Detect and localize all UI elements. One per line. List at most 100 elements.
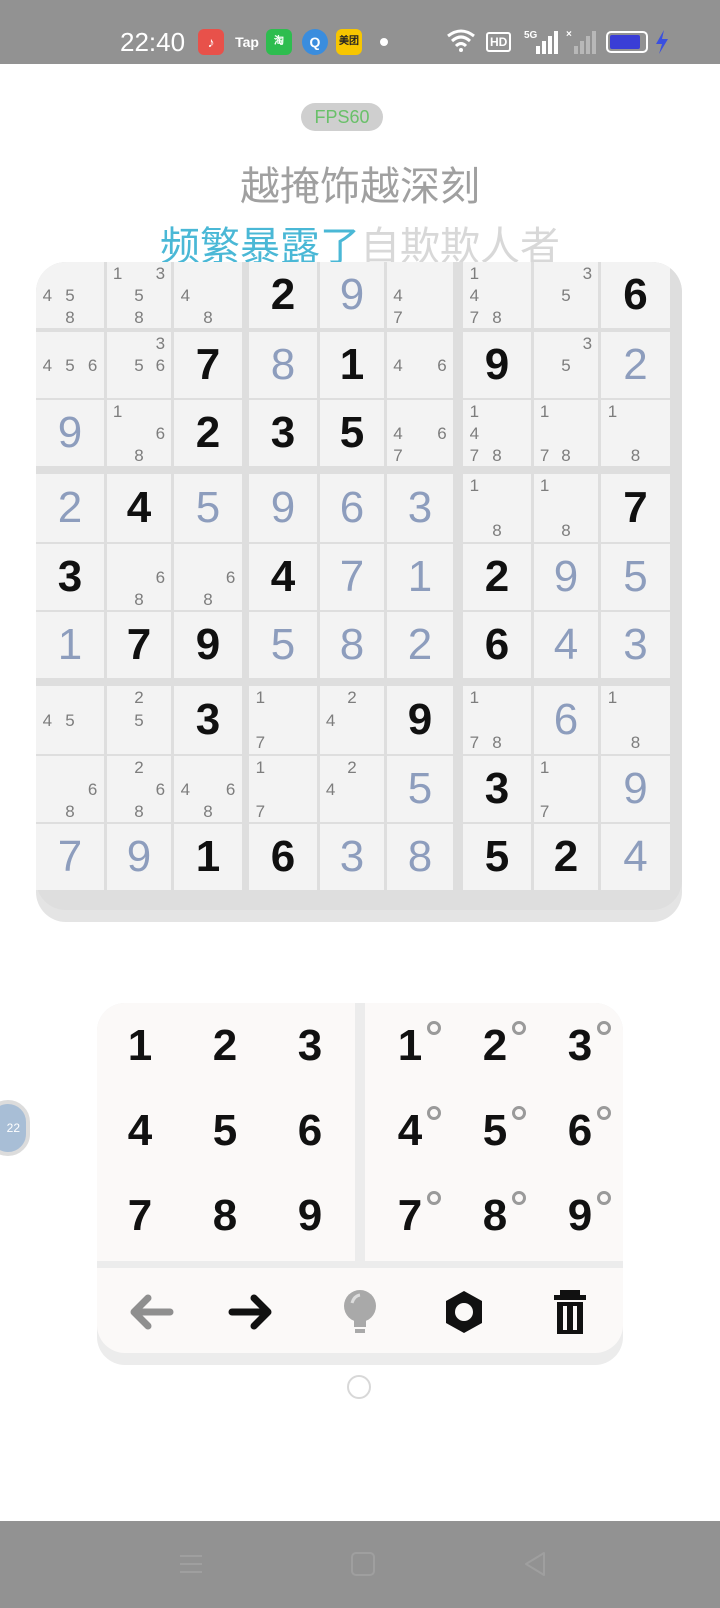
sudoku-cell[interactable]: 3 (36, 544, 104, 610)
sudoku-cell[interactable]: 7 (174, 332, 242, 398)
sudoku-cell[interactable]: 6 (320, 474, 384, 542)
sudoku-cell[interactable]: 9 (320, 262, 384, 328)
sudoku-cell[interactable]: 3 (463, 756, 531, 822)
sudoku-cell[interactable]: 1 (387, 544, 453, 610)
sudoku-cell[interactable]: 1 358 (107, 262, 171, 328)
sudoku-cell[interactable]: 18 (534, 474, 598, 542)
sudoku-cell[interactable]: 9 (36, 400, 104, 466)
sudoku-cell[interactable]: 1 78 (534, 400, 598, 466)
note-key-2[interactable]: 2 (452, 1003, 538, 1089)
digit-key-9[interactable]: 9 (267, 1173, 353, 1259)
sudoku-cell[interactable]: 4 (534, 612, 598, 678)
sudoku-cell[interactable]: 9 (387, 686, 453, 754)
sudoku-cell[interactable]: 9 (249, 474, 317, 542)
sudoku-cell[interactable]: 1 (174, 824, 242, 890)
sudoku-cell[interactable]: 18 (601, 400, 670, 466)
sudoku-cell[interactable]: 458 (36, 262, 104, 328)
sudoku-cell[interactable]: 1 (36, 612, 104, 678)
sudoku-cell[interactable]: 1 478 (463, 400, 531, 466)
sudoku-cell[interactable]: 1 (320, 332, 384, 398)
digit-key-3[interactable]: 3 (267, 1003, 353, 1089)
sudoku-cell[interactable]: 1 478 (463, 262, 531, 328)
sudoku-cell[interactable]: 4 (601, 824, 670, 890)
sudoku-cell[interactable]: 17 (249, 686, 317, 754)
sudoku-cell[interactable]: 3 (387, 474, 453, 542)
note-key-5[interactable]: 5 (452, 1088, 538, 1174)
sudoku-cell[interactable]: 5 (249, 612, 317, 678)
digit-key-4[interactable]: 4 (97, 1088, 183, 1174)
sudoku-cell[interactable]: 68 (174, 544, 242, 610)
back-icon[interactable] (520, 1549, 550, 1579)
floating-bubble[interactable]: 22 (0, 1100, 30, 1156)
sudoku-cell[interactable]: 17 (249, 756, 317, 822)
settings-gear-icon[interactable] (434, 1286, 494, 1338)
sudoku-cell[interactable]: 7 (107, 612, 171, 678)
digit-key-1[interactable]: 1 (97, 1003, 183, 1089)
sudoku-cell[interactable]: 6 (249, 824, 317, 890)
sudoku-cell[interactable]: 5 (387, 756, 453, 822)
sudoku-cell[interactable]: 1 68 (107, 400, 171, 466)
sudoku-cell[interactable]: 4 (107, 474, 171, 542)
sudoku-cell[interactable]: 5 (174, 474, 242, 542)
sudoku-cell[interactable]: 1 78 (463, 686, 531, 754)
undo-arrow-icon[interactable] (120, 1286, 180, 1338)
sudoku-cell[interactable]: 45 (36, 686, 104, 754)
note-key-3[interactable]: 3 (537, 1003, 623, 1089)
sudoku-cell[interactable]: 6 (601, 262, 670, 328)
sudoku-cell[interactable]: 2 (463, 544, 531, 610)
sudoku-cell[interactable]: 9 (463, 332, 531, 398)
digit-key-5[interactable]: 5 (182, 1088, 268, 1174)
sudoku-cell[interactable]: 46 (387, 332, 453, 398)
sudoku-cell[interactable]: 2 (601, 332, 670, 398)
sudoku-cell[interactable]: 6 (534, 686, 598, 754)
sudoku-cell[interactable]: 35 (534, 332, 598, 398)
delete-trash-icon[interactable] (540, 1286, 600, 1338)
sudoku-cell[interactable]: 2 (174, 400, 242, 466)
digit-key-6[interactable]: 6 (267, 1088, 353, 1174)
sudoku-cell[interactable]: 3 (320, 824, 384, 890)
sudoku-cell[interactable]: 268 (107, 756, 171, 822)
sudoku-cell[interactable]: 3 (174, 686, 242, 754)
sudoku-cell[interactable]: 2 (534, 824, 598, 890)
sudoku-cell[interactable]: 3 (601, 612, 670, 678)
note-key-6[interactable]: 6 (537, 1088, 623, 1174)
redo-arrow-icon[interactable] (222, 1286, 282, 1338)
sudoku-cell[interactable]: 5 (601, 544, 670, 610)
sudoku-cell[interactable]: 8 (320, 612, 384, 678)
sudoku-cell[interactable]: 68 (36, 756, 104, 822)
sudoku-cell[interactable]: 4 6 7 (387, 400, 453, 466)
sudoku-cell[interactable]: 35 (534, 262, 598, 328)
sudoku-cell[interactable]: 24 (320, 756, 384, 822)
digit-key-2[interactable]: 2 (182, 1003, 268, 1089)
sudoku-cell[interactable]: 18 (463, 474, 531, 542)
sudoku-cell[interactable]: 7 (601, 474, 670, 542)
sudoku-cell[interactable]: 5 (320, 400, 384, 466)
sudoku-cell[interactable]: 9 (601, 756, 670, 822)
sudoku-cell[interactable]: 6 (463, 612, 531, 678)
sudoku-cell[interactable]: 4 68 (174, 756, 242, 822)
digit-key-7[interactable]: 7 (97, 1173, 183, 1259)
sudoku-cell[interactable]: 2 (36, 474, 104, 542)
menu-icon[interactable] (176, 1549, 206, 1579)
sudoku-cell[interactable]: 3 (249, 400, 317, 466)
sudoku-cell[interactable]: 7 (36, 824, 104, 890)
sudoku-cell[interactable]: 8 (249, 332, 317, 398)
sudoku-cell[interactable]: 2 (387, 612, 453, 678)
note-key-7[interactable]: 7 (367, 1173, 453, 1259)
sudoku-cell[interactable]: 68 (107, 544, 171, 610)
sudoku-cell[interactable]: 456 (36, 332, 104, 398)
note-key-4[interactable]: 4 (367, 1088, 453, 1174)
sudoku-cell[interactable]: 9 (534, 544, 598, 610)
sudoku-cell[interactable]: 17 (534, 756, 598, 822)
sudoku-cell[interactable]: 356 (107, 332, 171, 398)
note-key-1[interactable]: 1 (367, 1003, 453, 1089)
note-key-9[interactable]: 9 (537, 1173, 623, 1259)
sudoku-cell[interactable]: 5 (463, 824, 531, 890)
home-icon[interactable] (348, 1549, 378, 1579)
sudoku-cell[interactable]: 18 (601, 686, 670, 754)
sudoku-cell[interactable]: 2 (249, 262, 317, 328)
sudoku-cell[interactable]: 47 (387, 262, 453, 328)
sudoku-cell[interactable]: 9 (107, 824, 171, 890)
sudoku-cell[interactable]: 4 (249, 544, 317, 610)
sudoku-cell[interactable]: 24 (320, 686, 384, 754)
